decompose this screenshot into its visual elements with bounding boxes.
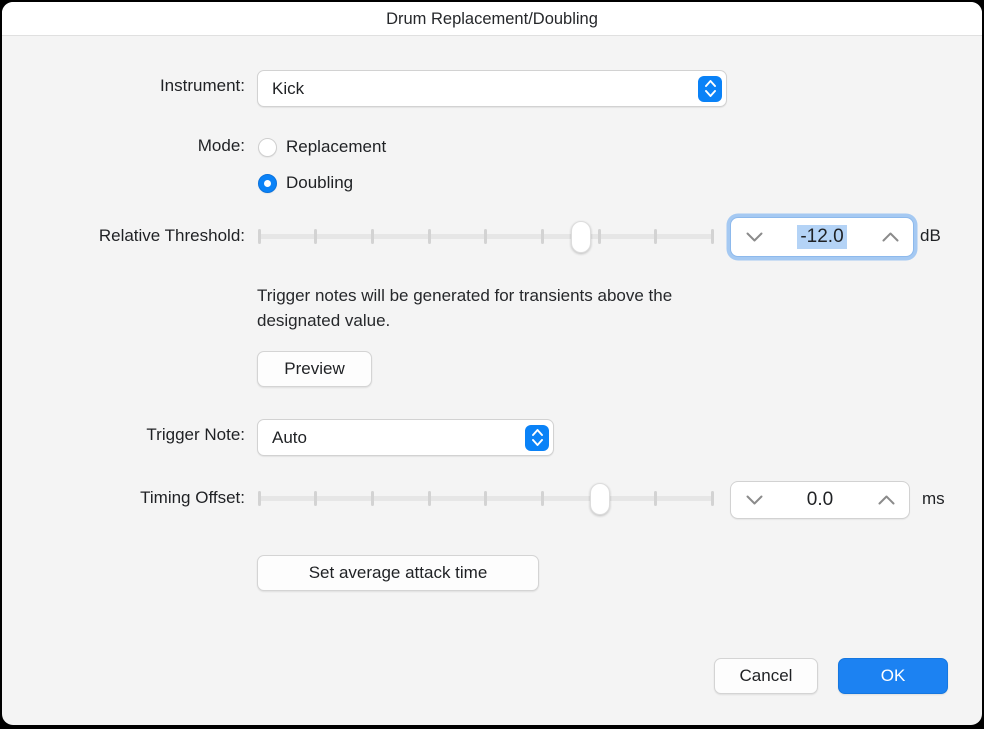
slider-tick <box>484 229 487 244</box>
help-text: Trigger notes will be generated for tran… <box>257 283 877 333</box>
slider-tick <box>258 491 261 506</box>
slider-tick <box>541 229 544 244</box>
trigger-note-label: Trigger Note: <box>146 425 245 444</box>
slider-tick <box>598 229 601 244</box>
relative-threshold-label: Relative Threshold: <box>98 226 245 245</box>
trigger-note-value: Auto <box>272 427 307 447</box>
title-bar: Drum Replacement/Doubling <box>2 2 982 36</box>
window-title: Drum Replacement/Doubling <box>386 10 598 28</box>
slider-tick <box>541 491 544 506</box>
timing-offset-label: Timing Offset: <box>140 488 245 507</box>
slider-tick <box>654 229 657 244</box>
timing-offset-value-container[interactable]: 0.0 <box>775 482 865 518</box>
timing-offset-stepper[interactable]: 0.0 <box>730 481 910 519</box>
relative-threshold-unit: dB <box>920 226 941 245</box>
mode-radio-doubling-label: Doubling <box>286 173 354 192</box>
mode-radio-replacement-label: Replacement <box>286 137 387 156</box>
instrument-popup-button[interactable]: Kick <box>257 70 727 107</box>
slider-tick <box>711 229 714 244</box>
preview-button[interactable]: Preview <box>257 351 372 387</box>
mode-radio-replacement[interactable]: Replacement <box>258 137 386 157</box>
timing-offset-slider[interactable] <box>258 483 714 515</box>
relative-threshold-value: -12.0 <box>797 225 847 249</box>
slider-tick <box>484 491 487 506</box>
relative-threshold-slider[interactable] <box>258 221 714 253</box>
chevron-down-icon[interactable] <box>733 482 775 518</box>
slider-tick <box>654 491 657 506</box>
slider-thumb[interactable] <box>590 483 610 515</box>
timing-offset-value: 0.0 <box>806 489 834 510</box>
slider-tick <box>371 491 374 506</box>
chevron-up-down-icon <box>698 75 722 102</box>
trigger-note-popup-button[interactable]: Auto <box>257 419 554 456</box>
cancel-button[interactable]: Cancel <box>714 658 818 694</box>
instrument-label: Instrument: <box>159 76 245 95</box>
slider-tick <box>711 491 714 506</box>
set-average-attack-time-button[interactable]: Set average attack time <box>257 555 539 591</box>
chevron-up-down-icon <box>525 424 549 451</box>
chevron-up-icon[interactable] <box>865 482 907 518</box>
slider-tick <box>314 229 317 244</box>
mode-label: Mode: <box>197 136 245 155</box>
chevron-down-icon[interactable] <box>733 218 775 256</box>
relative-threshold-stepper[interactable]: -12.0 <box>730 217 914 257</box>
ok-button[interactable]: OK <box>838 658 948 694</box>
mode-radio-doubling[interactable]: Doubling <box>258 173 353 193</box>
slider-tick <box>314 491 317 506</box>
instrument-value: Kick <box>272 78 305 98</box>
chevron-up-icon[interactable] <box>869 218 911 256</box>
radio-indicator <box>258 137 277 157</box>
help-text-line-2: designated value. <box>257 311 391 330</box>
radio-indicator-selected <box>258 173 277 193</box>
relative-threshold-value-container[interactable]: -12.0 <box>775 218 869 256</box>
slider-tick <box>371 229 374 244</box>
slider-tick <box>428 491 431 506</box>
help-text-line-1: Trigger notes will be generated for tran… <box>257 286 673 305</box>
slider-tick <box>258 229 261 244</box>
drum-replacement-dialog: Drum Replacement/Doubling Instrument: Ki… <box>2 2 982 725</box>
slider-thumb[interactable] <box>571 221 591 253</box>
slider-tick <box>428 229 431 244</box>
timing-offset-unit: ms <box>922 489 945 508</box>
